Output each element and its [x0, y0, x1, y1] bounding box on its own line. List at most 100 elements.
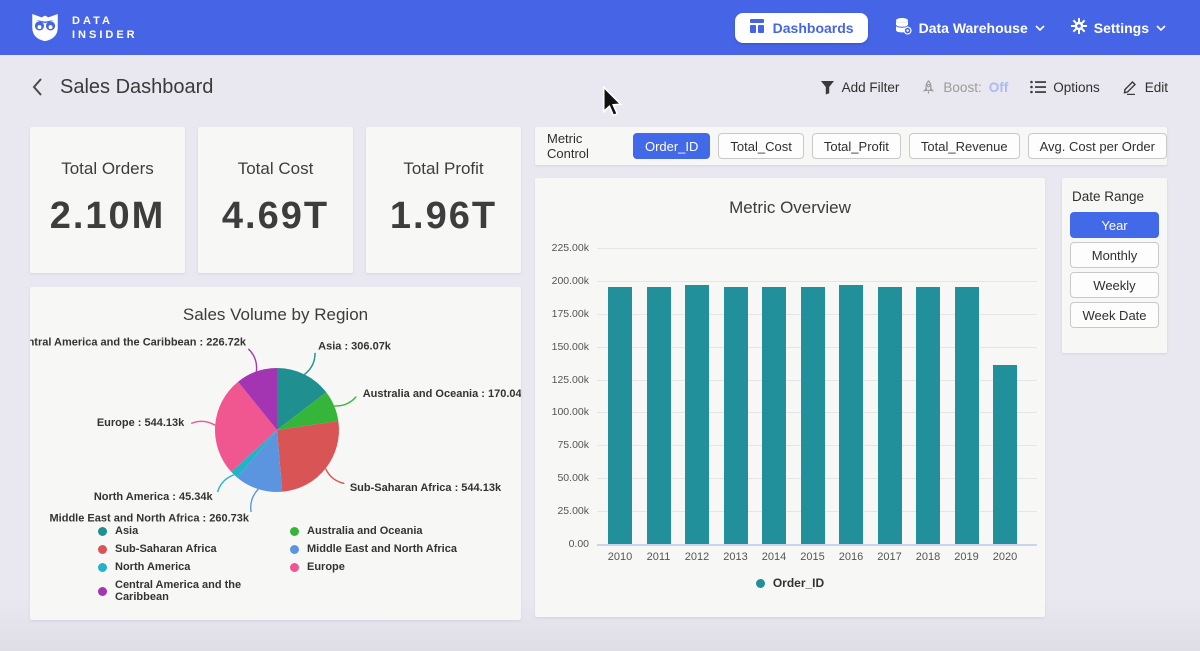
- bar[interactable]: [724, 287, 748, 544]
- metric-chip[interactable]: Total_Cost: [718, 133, 803, 159]
- x-axis-tick: 2016: [833, 551, 869, 563]
- pie-slice-label: Sub-Saharan Africa : 544.13k: [350, 482, 502, 494]
- bar[interactable]: [839, 285, 863, 544]
- metric-chip[interactable]: Avg. Cost per Order: [1028, 133, 1167, 159]
- kpi-label: Total Cost: [198, 159, 353, 179]
- date-range-option[interactable]: Week Date: [1070, 302, 1159, 328]
- legend-item[interactable]: North America: [98, 561, 290, 573]
- bar-chart-card: Metric Overview 0.0025.00k50.00k75.00k10…: [535, 178, 1045, 617]
- y-axis-tick: 175.00k: [535, 308, 589, 320]
- x-axis-tick: 2011: [641, 551, 677, 563]
- database-icon: [894, 17, 912, 38]
- bar[interactable]: [608, 287, 632, 544]
- bar[interactable]: [993, 365, 1017, 544]
- legend-item[interactable]: Europe: [290, 561, 521, 573]
- bar[interactable]: [762, 287, 786, 544]
- bar[interactable]: [878, 287, 902, 544]
- x-axis-tick: 2010: [602, 551, 638, 563]
- edit-button[interactable]: Edit: [1122, 79, 1168, 95]
- legend-label: Middle East and North Africa: [307, 543, 457, 555]
- bar-chart: Metric Overview 0.0025.00k50.00k75.00k10…: [535, 178, 1045, 617]
- date-range-option[interactable]: Monthly: [1070, 242, 1159, 268]
- legend-item[interactable]: Asia: [98, 525, 290, 537]
- x-axis-tick: 2014: [756, 551, 792, 563]
- pie-chart-card: Sales Volume by Region Asia : 306.07k Aus…: [30, 287, 521, 620]
- legend-dot: [756, 579, 765, 588]
- boost-toggle[interactable]: Boost:Off: [921, 80, 1008, 95]
- legend-dot: [98, 587, 107, 596]
- pie-slice-label: Central America and the Caribbean : 226.…: [30, 336, 247, 348]
- pie-label-line: [251, 489, 259, 512]
- edit-pencil-icon: [1122, 79, 1138, 95]
- legend-item[interactable]: Middle East and North Africa: [290, 543, 521, 555]
- pie-slice-label: Middle East and North Africa : 260.73k: [50, 513, 250, 525]
- legend-dot: [98, 563, 107, 572]
- kpi-value: 4.69T: [198, 195, 353, 238]
- legend-item[interactable]: Sub-Saharan Africa: [98, 543, 290, 555]
- dashboards-label: Dashboards: [773, 20, 854, 36]
- gridline: [597, 544, 1037, 546]
- data-warehouse-label: Data Warehouse: [919, 20, 1028, 36]
- legend-label: North America: [115, 561, 190, 573]
- date-range-option[interactable]: Weekly: [1070, 272, 1159, 298]
- date-range-panel: Date Range YearMonthlyWeeklyWeek Date: [1062, 178, 1167, 353]
- y-axis-tick: 50.00k: [535, 472, 589, 484]
- y-axis-tick: 125.00k: [535, 374, 589, 386]
- bar[interactable]: [647, 287, 671, 544]
- dashboards-button[interactable]: Dashboards: [735, 13, 868, 43]
- legend-dot: [290, 563, 299, 572]
- chevron-down-icon: [1035, 25, 1045, 31]
- y-axis-tick: 0.00: [535, 538, 589, 550]
- bar[interactable]: [685, 285, 709, 544]
- date-range-options: Year Monthly Weekly Week Date: [1070, 212, 1159, 328]
- pie-chart-title: Sales Volume by Region: [30, 305, 521, 325]
- y-axis-tick: 100.00k: [535, 406, 589, 418]
- top-navbar: DATA INSIDER Dashboards: [0, 0, 1200, 55]
- owl-logo-icon: [28, 8, 62, 47]
- pie-slice-label: Australia and Oceania : 170.04k: [363, 388, 521, 400]
- pie-label-line: [217, 475, 234, 492]
- bar[interactable]: [916, 287, 940, 544]
- metric-chip[interactable]: Total_Profit: [812, 133, 901, 159]
- bar[interactable]: [955, 287, 979, 544]
- bar-legend-label: Order_ID: [773, 576, 824, 590]
- legend-item[interactable]: Central America and the Caribbean: [98, 579, 290, 603]
- pie-slice-label: Asia : 306.07k: [318, 341, 392, 353]
- back-button[interactable]: [26, 76, 48, 98]
- legend-dot: [98, 545, 107, 554]
- filter-funnel-icon: [820, 80, 835, 95]
- boost-state: Off: [989, 80, 1009, 95]
- page-header: Sales Dashboard Add Filter Boost:Off: [0, 55, 1200, 119]
- options-button[interactable]: Options: [1030, 80, 1100, 95]
- x-axis-tick: 2012: [679, 551, 715, 563]
- date-range-option[interactable]: Year: [1070, 212, 1159, 238]
- metric-control-bar: Metric Control Order_IDTotal_CostTotal_P…: [535, 127, 1167, 165]
- metric-chip[interactable]: Order_ID: [633, 133, 710, 159]
- metric-chip[interactable]: Total_Revenue: [909, 133, 1020, 159]
- x-axis-tick: 2018: [910, 551, 946, 563]
- x-axis-tick: 2015: [795, 551, 831, 563]
- pie-slice-label: North America : 45.34k: [94, 491, 214, 503]
- x-axis-tick: 2017: [872, 551, 908, 563]
- legend-dot: [290, 527, 299, 536]
- x-axis-tick: 2020: [987, 551, 1023, 563]
- legend-dot: [98, 527, 107, 536]
- gridline: [597, 281, 1037, 282]
- data-warehouse-menu[interactable]: Data Warehouse: [894, 17, 1045, 38]
- legend-item[interactable]: Australia and Oceania: [290, 525, 521, 537]
- pie-slice-label: Europe : 544.13k: [97, 417, 185, 429]
- legend-label: Central America and the Caribbean: [115, 579, 290, 603]
- pie-chart: Asia : 306.07k Australia and Oceania : 17…: [30, 327, 521, 525]
- y-axis-tick: 25.00k: [535, 505, 589, 517]
- pie-label-line: [248, 349, 256, 372]
- y-axis-tick: 150.00k: [535, 341, 589, 353]
- add-filter-button[interactable]: Add Filter: [820, 80, 900, 95]
- settings-menu[interactable]: Settings: [1071, 18, 1166, 37]
- pie-label-line: [334, 397, 356, 406]
- bar[interactable]: [801, 287, 825, 544]
- pie-slice[interactable]: [277, 421, 339, 492]
- legend-dot: [290, 545, 299, 554]
- legend-label: Australia and Oceania: [307, 525, 423, 537]
- kpi-card: Total Cost 4.69T: [198, 127, 353, 273]
- bar-chart-title: Metric Overview: [535, 198, 1045, 218]
